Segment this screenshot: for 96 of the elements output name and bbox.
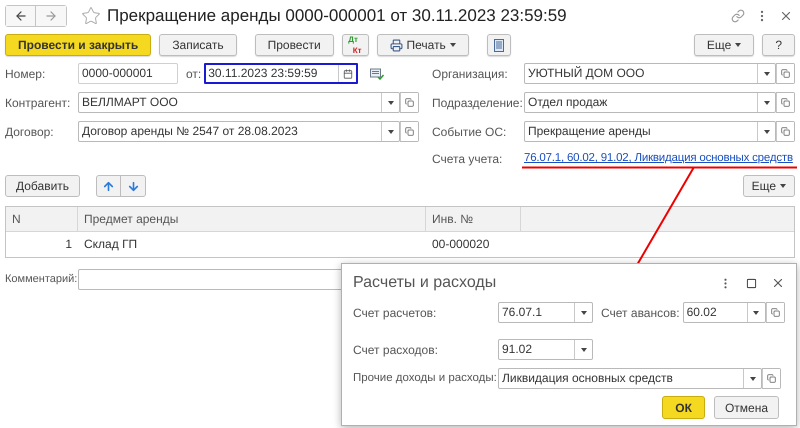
select-field[interactable]: Договор аренды № 2547 от 28.08.2023: [78, 121, 400, 142]
select-field[interactable]: ВЕЛЛМАРТ ООО: [78, 92, 400, 113]
caret-icon: [764, 100, 770, 104]
open-button[interactable]: [776, 93, 794, 112]
document-check-icon[interactable]: [370, 68, 384, 80]
caret-icon: [764, 72, 770, 76]
field-value: Прекращение аренды: [527, 123, 652, 140]
debit-label: Дт: [348, 36, 358, 43]
field-value: 76.07.1: [501, 304, 544, 321]
toolbar-button[interactable]: Провести: [254, 34, 334, 56]
field-label: Счет расчетов:: [353, 304, 438, 322]
print-button[interactable]: Печать: [376, 34, 469, 56]
dt-kt-button[interactable]: Дт Кт: [342, 34, 368, 56]
back-button[interactable]: [6, 6, 36, 26]
open-icon: [781, 98, 790, 107]
calendar-icon[interactable]: [342, 68, 353, 78]
open-button[interactable]: [400, 122, 418, 141]
select-field[interactable]: УЮТНЫЙ ДОМ ООО: [524, 63, 776, 84]
caret-icon: [450, 43, 456, 47]
field-label: Событие ОС:: [432, 124, 508, 140]
select-field[interactable]: Ликвидация основных средств: [498, 368, 762, 389]
caret-icon: [750, 376, 756, 380]
open-icon: [781, 127, 790, 136]
table-cell-text: Склад ГП: [83, 236, 138, 253]
field-value: 30.11.2023 23:59:59: [207, 65, 318, 82]
open-icon: [405, 127, 414, 136]
printer-icon: [390, 38, 402, 52]
table-cell-text: 00-000020: [431, 236, 490, 253]
date-label: от:: [186, 66, 202, 82]
toolbar-button[interactable]: Записать: [159, 34, 237, 56]
accounts-link[interactable]: 76.07.1, 60.02, 91.02, Ликвидация основных средств: [524, 150, 793, 168]
field-value: ВЕЛЛМАРТ ООО: [81, 94, 179, 111]
open-icon: [770, 308, 780, 317]
more-button[interactable]: Еще: [694, 34, 754, 56]
credit-label: Кт: [352, 47, 362, 54]
dialog-title: Расчеты и расходы: [353, 273, 496, 293]
caret-icon: [580, 348, 586, 352]
table-cell-text: 1: [64, 236, 73, 253]
open-button[interactable]: [762, 369, 780, 388]
select-field[interactable]: 91.02: [498, 339, 593, 360]
toolbar-button[interactable]: ?: [762, 34, 795, 56]
date-field[interactable]: 30.11.2023 23:59:59: [204, 63, 358, 84]
field-value: Ликвидация основных средств: [501, 370, 674, 387]
field-value: 60.02: [686, 304, 718, 321]
post-and-close-button[interactable]: Провести и закрыть: [5, 34, 152, 56]
close-icon[interactable]: [771, 276, 785, 290]
add-button[interactable]: Добавить: [5, 175, 80, 197]
arrow-up-icon: [102, 180, 116, 192]
caret-icon: [735, 43, 742, 47]
field-value: Отдел продаж: [527, 94, 608, 111]
open-button[interactable]: [776, 64, 794, 83]
more-button[interactable]: Еще: [742, 175, 795, 197]
maximize-icon[interactable]: [746, 278, 757, 288]
caret-icon: [780, 184, 786, 188]
open-button[interactable]: [776, 122, 794, 141]
caret-icon: [764, 130, 770, 134]
caret-icon: [388, 130, 394, 134]
caret-icon: [388, 100, 394, 104]
field-label: Подразделение:: [432, 94, 524, 112]
select-field[interactable]: 76.07.1: [498, 302, 593, 323]
report-button[interactable]: [486, 34, 511, 56]
star-icon[interactable]: [81, 6, 101, 26]
field-value: УЮТНЫЙ ДОМ ООО: [527, 65, 646, 82]
arrow-right-icon: [44, 9, 58, 23]
caret-icon: [753, 310, 760, 314]
open-icon: [767, 374, 776, 383]
arrow-down-icon: [126, 180, 140, 192]
open-icon: [405, 98, 414, 107]
field-label: Организация:: [432, 66, 509, 82]
field-label: Прочие доходы и расходы:: [353, 370, 498, 386]
link-icon[interactable]: [731, 9, 745, 23]
open-button[interactable]: [400, 93, 418, 112]
field-value: 91.02: [501, 341, 534, 358]
select-field[interactable]: Прекращение аренды: [524, 121, 776, 142]
column-header[interactable]: Инв. №: [426, 207, 521, 231]
field-label: Счет авансов:: [601, 304, 680, 322]
caret-icon: [580, 310, 586, 314]
field-value: Договор аренды № 2547 от 28.08.2023: [81, 123, 299, 140]
field-label: Договор:: [5, 124, 55, 140]
open-button[interactable]: [766, 303, 784, 322]
field-label: Счета учета:: [432, 151, 504, 168]
select-field[interactable]: Отдел продаж: [524, 92, 776, 113]
document-icon: [494, 38, 504, 52]
column-header[interactable]: N: [6, 207, 78, 231]
select-field[interactable]: 60.02: [682, 302, 766, 323]
column-header[interactable]: Предмет аренды: [78, 207, 426, 231]
number-field[interactable]: 0000-000001: [78, 63, 178, 84]
field-label: Контрагент:: [5, 94, 72, 112]
window-title: Прекращение аренды 0000-000001 от 30.11.2023 23:59:59: [107, 5, 567, 28]
field-label: Счет расходов:: [353, 342, 439, 358]
number-label: Номер:: [5, 66, 46, 82]
ok-button[interactable]: ОК: [662, 396, 705, 419]
cancel-button[interactable]: Отмена: [714, 396, 779, 419]
close-icon[interactable]: [779, 9, 793, 23]
open-icon: [781, 69, 790, 78]
comment-label: Комментарий:: [5, 272, 78, 288]
